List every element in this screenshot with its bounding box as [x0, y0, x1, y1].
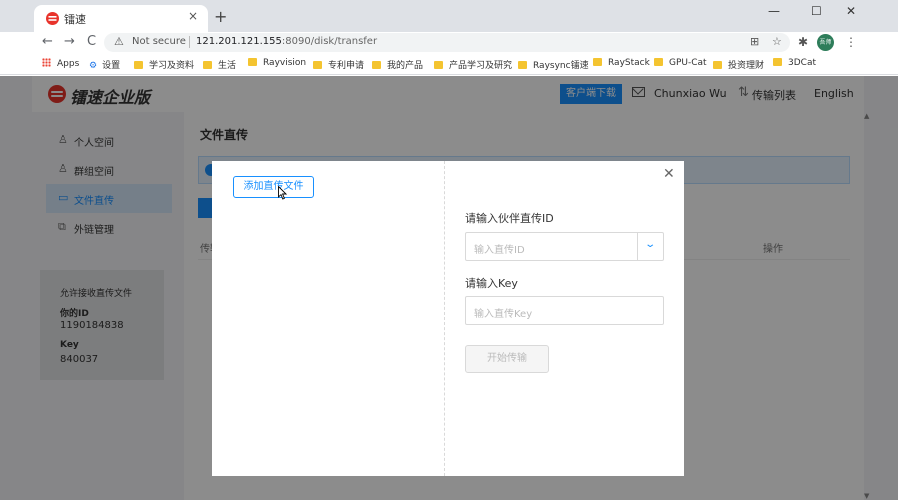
minimize-button[interactable]: —: [768, 4, 780, 18]
bookmark-gpu-cat[interactable]: GPU-Cat: [654, 58, 707, 68]
bookmark-label: RayStack: [608, 58, 650, 68]
tab-close-icon[interactable]: ×: [188, 9, 198, 23]
bookmark-label: 专利申请: [328, 61, 365, 71]
folder-icon: [713, 61, 722, 69]
bookmark-rayvision[interactable]: Rayvision: [248, 58, 306, 68]
bookmark-label: 学习及资料: [149, 61, 195, 71]
key-input-label: 请输入Key: [465, 277, 518, 290]
close-icon[interactable]: ✕: [663, 166, 675, 182]
bookmark-settings[interactable]: ⚙ 设置: [89, 58, 120, 71]
key-placeholder: 输入直传Key: [474, 309, 533, 320]
bookmark-label: 生活: [218, 61, 237, 71]
browser-window: 镭速 × + — ☐ ✕ ← → C ⚠ Not secure 121.201.…: [0, 0, 898, 500]
bookmarks-bar: Apps ⚙ 设置 学习及资料 生活 Rayvision 专利申请 我的产品 产品…: [0, 53, 898, 75]
apps-grid-icon: [42, 58, 51, 67]
folder-icon: [518, 61, 527, 69]
folder-icon: [773, 58, 782, 66]
mouse-cursor-icon: [278, 186, 287, 200]
bookmark-raystack[interactable]: RayStack: [593, 58, 650, 68]
folder-icon: [593, 58, 602, 66]
bookmark-label: 产品学习及研究: [449, 61, 513, 71]
bookmark-star-icon[interactable]: ☆: [772, 35, 782, 48]
bookmark-invest[interactable]: 投资理财: [713, 58, 764, 71]
browser-toolbar: ← → C ⚠ Not secure 121.201.121.155:8090/…: [0, 32, 898, 53]
folder-icon: [203, 61, 212, 69]
bookmark-patent[interactable]: 专利申请: [313, 58, 364, 71]
menu-kebab-icon[interactable]: ⋮: [845, 35, 857, 49]
new-tab-button[interactable]: +: [214, 7, 227, 26]
security-label[interactable]: Not secure: [132, 36, 186, 47]
profile-avatar[interactable]: 吾师: [817, 34, 834, 51]
forward-button[interactable]: →: [64, 34, 75, 49]
bookmark-3dcat[interactable]: 3DCat: [773, 58, 816, 68]
folder-icon: [313, 61, 322, 69]
address-bar[interactable]: ⚠ Not secure 121.201.121.155:8090/disk/t…: [104, 33, 790, 52]
browser-tab[interactable]: 镭速 ×: [34, 5, 208, 32]
chevron-down-icon[interactable]: ⌄: [644, 239, 656, 250]
bookmark-label: GPU-Cat: [669, 58, 707, 68]
folder-icon: [372, 61, 381, 69]
folder-icon: [134, 61, 143, 69]
raysync-favicon-icon: [46, 12, 59, 25]
bookmark-label: Apps: [57, 59, 80, 69]
bookmark-raysync[interactable]: Raysync镭速: [518, 58, 589, 71]
folder-icon: [248, 58, 257, 66]
bookmark-label: 设置: [102, 61, 121, 71]
maximize-button[interactable]: ☐: [811, 4, 822, 18]
url-text[interactable]: 121.201.121.155:8090/disk/transfer: [196, 36, 377, 47]
partner-id-placeholder: 输入直传ID: [474, 245, 525, 256]
bookmark-label: 3DCat: [788, 58, 816, 68]
partner-id-select[interactable]: 输入直传ID ⌄: [465, 232, 664, 261]
url-path: :8090/disk/transfer: [281, 36, 378, 47]
back-button[interactable]: ←: [42, 34, 53, 49]
folder-icon: [654, 58, 663, 66]
bookmark-study[interactable]: 学习及资料: [134, 58, 194, 71]
add-direct-file-button[interactable]: 添加直传文件: [233, 176, 314, 198]
select-separator: [637, 233, 638, 260]
bookmark-product-research[interactable]: 产品学习及研究: [434, 58, 512, 71]
bookmark-label: Raysync镭速: [533, 61, 589, 71]
bookmark-label: 投资理财: [728, 61, 765, 71]
bookmark-label: Rayvision: [263, 58, 307, 68]
warning-icon: ⚠: [114, 35, 124, 48]
key-input[interactable]: 输入直传Key: [465, 296, 664, 325]
omnibox-separator: [189, 36, 190, 48]
tab-strip: 镭速 × + — ☐ ✕: [0, 0, 898, 32]
bookmark-life[interactable]: 生活: [203, 58, 236, 71]
gear-icon: ⚙: [89, 61, 98, 71]
folder-icon: [434, 61, 443, 69]
reload-button[interactable]: C: [87, 34, 96, 49]
close-window-button[interactable]: ✕: [846, 4, 856, 18]
partner-id-label: 请输入伙伴直传ID: [465, 212, 554, 225]
extensions-icon[interactable]: ✱: [798, 35, 808, 49]
tab-title: 镭速: [64, 13, 86, 26]
direct-transfer-dialog: 添加直传文件 ✕ 请输入伙伴直传ID 输入直传ID ⌄ 请输入Key 输入直传K…: [212, 161, 684, 476]
start-transfer-button[interactable]: 开始传输: [465, 345, 549, 373]
bookmark-label: 我的产品: [387, 61, 424, 71]
url-host: 121.201.121.155: [196, 36, 282, 47]
bookmark-apps[interactable]: Apps: [42, 58, 79, 69]
bookmark-products[interactable]: 我的产品: [372, 58, 423, 71]
translate-icon[interactable]: ⊞: [750, 35, 759, 48]
dialog-divider: [444, 161, 445, 476]
